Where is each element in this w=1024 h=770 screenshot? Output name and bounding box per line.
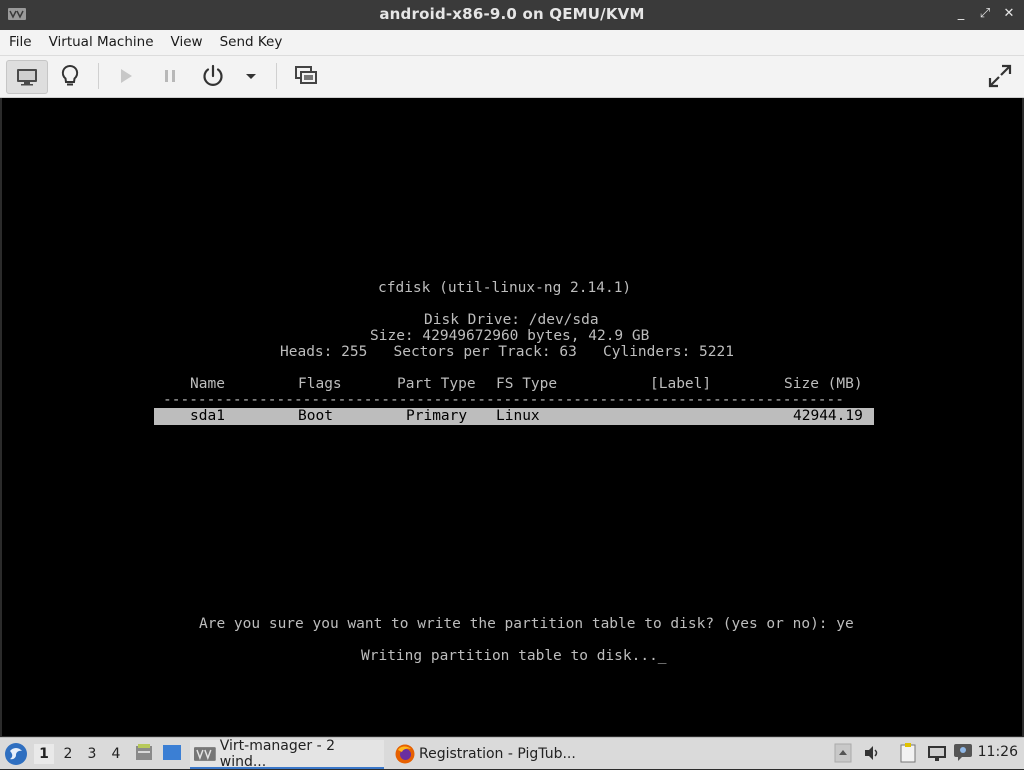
menu-view[interactable]: View [162, 30, 211, 55]
col-fs-type-header: FS Type [496, 376, 558, 392]
close-button[interactable]: ✕ [1002, 6, 1016, 22]
task-label: Virt-manager - 2 wind... [219, 737, 335, 770]
cfdisk-screen: cfdisk (util-linux-ng 2.14.1) Disk Drive… [2, 98, 1022, 736]
partition-name: sda1 [190, 408, 225, 424]
window-titlebar: android-x86-9.0 on QEMU/KVM _ ⤢ ✕ [0, 0, 1024, 30]
disk-drive-line: Disk Drive: /dev/sda [424, 312, 599, 328]
clock[interactable]: 11:26 [978, 744, 1018, 760]
dropdown-icon [246, 74, 256, 79]
virt-manager-icon [194, 746, 216, 761]
col-flags-header: Flags [298, 376, 342, 392]
pause-button[interactable] [154, 60, 186, 92]
maximize-button[interactable]: ⤢ [978, 6, 992, 22]
col-size-header: Size (MB) [784, 376, 863, 392]
workspace-1[interactable]: 1 [34, 744, 54, 764]
disk-geometry-line: Heads: 255 Sectors per Track: 63 Cylinde… [280, 344, 734, 360]
workspace-4[interactable]: 4 [106, 744, 126, 764]
chat-icon [954, 744, 972, 761]
workspace-2[interactable]: 2 [58, 744, 78, 764]
show-console-button[interactable] [6, 60, 48, 94]
start-menu-button[interactable] [4, 742, 28, 766]
fullscreen-button[interactable] [982, 60, 1018, 92]
menu-file[interactable]: File [0, 30, 40, 55]
write-status-line: Writing partition table to disk..._ [361, 648, 667, 664]
lightbulb-icon [61, 64, 79, 86]
notifications-tray-button[interactable] [952, 742, 974, 766]
window-title: android-x86-9.0 on QEMU/KVM [379, 5, 645, 23]
clipboard-icon [900, 743, 916, 763]
show-desktop-launcher[interactable] [162, 743, 182, 767]
write-confirm-prompt: Are you sure you want to write the parti… [199, 616, 854, 632]
partition-type: Primary [406, 408, 468, 424]
snapshots-button[interactable] [290, 60, 322, 92]
partition-fs-type: Linux [496, 408, 540, 424]
disk-size-line: Size: 42949672960 bytes, 42.9 GB [370, 328, 650, 344]
volume-control[interactable] [862, 743, 882, 767]
network-tray-button[interactable] [926, 743, 948, 767]
col-name-header: Name [190, 376, 225, 392]
lxqt-logo-icon [5, 743, 27, 765]
workspace-3[interactable]: 3 [82, 744, 102, 764]
col-label-header: [Label] [650, 376, 712, 392]
taskbar: 1 2 3 4 Virt-manager - 2 wind... Registr… [0, 737, 1024, 770]
vm-console[interactable]: cfdisk (util-linux-ng 2.14.1) Disk Drive… [2, 98, 1022, 736]
table-rule: ----------------------------------------… [163, 392, 844, 408]
partition-flags: Boot [298, 408, 333, 424]
tray-up-arrow-icon [834, 743, 852, 763]
clipboard-tray-icon-button[interactable] [898, 742, 920, 768]
pause-icon [165, 70, 175, 82]
task-virt-manager[interactable]: Virt-manager - 2 wind... [190, 737, 384, 770]
file-manager-icon [136, 744, 152, 760]
firefox-icon [395, 744, 415, 763]
power-icon [203, 64, 223, 86]
shutdown-button[interactable] [196, 60, 230, 92]
cfdisk-header: cfdisk (util-linux-ng 2.14.1) [378, 280, 632, 296]
speaker-icon [865, 746, 878, 760]
menu-virtual-machine[interactable]: Virtual Machine [40, 30, 162, 55]
run-button[interactable] [110, 60, 142, 92]
shutdown-menu-button[interactable] [238, 60, 264, 92]
task-label: Registration - PigTub... [419, 745, 576, 762]
network-icon [928, 746, 946, 761]
play-icon [121, 69, 132, 83]
desktop-icon [163, 745, 181, 760]
partition-size: 42944.19 [793, 408, 863, 424]
monitor-icon [17, 69, 37, 86]
tray-expand-button[interactable] [834, 743, 852, 767]
fullscreen-icon [988, 64, 1012, 88]
minimize-button[interactable]: _ [954, 6, 968, 22]
col-part-type-header: Part Type [397, 376, 476, 392]
show-details-button[interactable] [52, 60, 88, 92]
menu-bar: File Virtual Machine View Send Key [0, 30, 1024, 56]
task-firefox-registration[interactable]: Registration - PigTub... [392, 740, 588, 767]
file-manager-launcher[interactable] [134, 743, 154, 767]
toolbar [0, 56, 1024, 98]
snapshots-icon [295, 66, 317, 84]
menu-send-key[interactable]: Send Key [211, 30, 291, 55]
